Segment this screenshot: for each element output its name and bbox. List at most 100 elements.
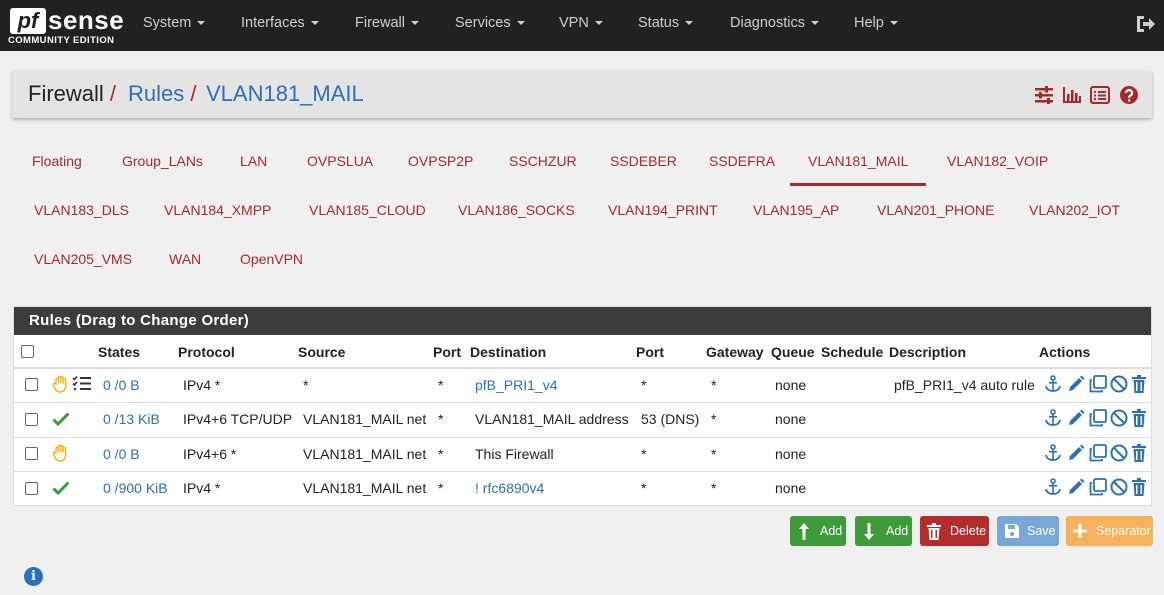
- tab-vlan205-vms[interactable]: VLAN205_VMS: [34, 251, 132, 267]
- tab-vlan185-cloud[interactable]: VLAN185_CLOUD: [309, 202, 426, 218]
- nav-menu-interfaces[interactable]: Interfaces: [241, 0, 319, 51]
- rule-source: VLAN181_MAIL net: [303, 480, 427, 496]
- save-button[interactable]: Save: [997, 516, 1059, 546]
- delete-trash-icon[interactable]: [1131, 478, 1147, 499]
- check-icon: [52, 481, 70, 496]
- tab-ovpsp2p[interactable]: OVPSP2P: [408, 153, 473, 169]
- tab-vlan183-dls[interactable]: VLAN183_DLS: [34, 202, 129, 218]
- edit-pencil-icon[interactable]: [1067, 409, 1085, 430]
- rule-dest-port: *: [641, 446, 647, 462]
- separator-button[interactable]: Separator: [1066, 516, 1153, 546]
- add-rule-bottom-button[interactable]: Add: [855, 516, 912, 546]
- col-port: Port: [433, 344, 461, 360]
- plus-icon: [1073, 524, 1087, 538]
- info-icon[interactable]: i: [24, 567, 43, 586]
- tab-group-lans[interactable]: Group_LANs: [122, 153, 203, 169]
- disable-ban-icon[interactable]: [1110, 375, 1128, 396]
- nav-menu-firewall[interactable]: Firewall: [355, 0, 419, 51]
- caret-down-icon: [685, 21, 694, 26]
- tab-wan[interactable]: WAN: [169, 251, 201, 267]
- rule-queue: none: [775, 480, 807, 496]
- nav-menu-system[interactable]: System: [143, 0, 206, 51]
- tab-vlan182-voip[interactable]: VLAN182_VOIP: [947, 153, 1048, 169]
- caret-down-icon: [197, 21, 206, 26]
- rule-protocol: IPv4+6 *: [183, 446, 237, 462]
- copy-icon[interactable]: [1089, 444, 1107, 465]
- anchor-icon[interactable]: [1044, 409, 1062, 430]
- rule-destination-link[interactable]: ! rfc6890v4: [475, 480, 544, 496]
- tab-vlan195-ap[interactable]: VLAN195_AP: [753, 202, 839, 218]
- nav-menu-help[interactable]: Help: [854, 0, 898, 51]
- tab-lan[interactable]: LAN: [240, 153, 267, 169]
- delete-trash-icon[interactable]: [1131, 444, 1147, 465]
- col-dest-port: Port: [636, 344, 664, 360]
- delete-trash-icon[interactable]: [1131, 375, 1147, 396]
- tab-sschzur[interactable]: SSCHZUR: [509, 153, 577, 169]
- edit-pencil-icon[interactable]: [1067, 375, 1085, 396]
- rule-port: *: [438, 377, 444, 393]
- tab-openvpn[interactable]: OpenVPN: [240, 251, 303, 267]
- col-source: Source: [298, 344, 346, 360]
- states-link[interactable]: 0 /13 KiB: [103, 411, 160, 427]
- disable-ban-icon[interactable]: [1110, 409, 1128, 430]
- col-states: States: [98, 344, 141, 360]
- tab-vlan201-phone[interactable]: VLAN201_PHONE: [877, 202, 995, 218]
- row-checkbox[interactable]: [25, 413, 38, 426]
- delete-button[interactable]: Delete: [920, 516, 989, 546]
- nav-menu-diagnostics[interactable]: Diagnostics: [730, 0, 819, 51]
- anchor-icon[interactable]: [1044, 478, 1062, 499]
- tab-ovpslua[interactable]: OVPSLUA: [307, 153, 373, 169]
- caret-down-icon: [810, 21, 819, 26]
- tab-floating[interactable]: Floating: [32, 153, 82, 169]
- anchor-icon[interactable]: [1044, 375, 1062, 396]
- help-icon[interactable]: [1119, 86, 1139, 104]
- states-link[interactable]: 0 /900 KiB: [103, 480, 168, 496]
- breadcrumb-rules-link[interactable]: Rules /: [128, 81, 197, 107]
- tab-vlan184-xmpp[interactable]: VLAN184_XMPP: [164, 202, 271, 218]
- rule-protocol: IPv4 *: [183, 480, 221, 496]
- rule-destination-link[interactable]: pfB_PRI1_v4: [475, 377, 558, 393]
- tab-ssdefra[interactable]: SSDEFRA: [709, 153, 775, 169]
- check-icon: [52, 412, 70, 427]
- nav-menu-vpn[interactable]: VPN: [559, 0, 603, 51]
- nav-menu-status[interactable]: Status: [638, 0, 694, 51]
- tab-vlan194-print[interactable]: VLAN194_PRINT: [608, 202, 718, 218]
- copy-icon[interactable]: [1089, 409, 1107, 430]
- row-checkbox[interactable]: [25, 378, 38, 391]
- rule-source: *: [303, 377, 309, 393]
- breadcrumb-interface[interactable]: VLAN181_MAIL: [206, 81, 364, 107]
- tab-vlan181-mail[interactable]: VLAN181_MAIL: [808, 153, 908, 169]
- sliders-icon[interactable]: [1034, 86, 1054, 104]
- copy-icon[interactable]: [1089, 375, 1107, 396]
- delete-trash-icon[interactable]: [1131, 409, 1147, 430]
- pfsense-logo[interactable]: pf sense COMMUNITY EDITION: [8, 5, 124, 47]
- tab-vlan202-iot[interactable]: VLAN202_IOT: [1029, 202, 1120, 218]
- edit-pencil-icon[interactable]: [1067, 478, 1085, 499]
- states-link[interactable]: 0 /0 B: [103, 377, 140, 393]
- tab-ssdeber[interactable]: SSDEBER: [610, 153, 677, 169]
- logo-edition-text: COMMUNITY EDITION: [8, 35, 115, 46]
- breadcrumb-firewall: Firewall /: [28, 81, 117, 106]
- row-checkbox[interactable]: [25, 447, 38, 460]
- logout-icon[interactable]: [1134, 14, 1156, 34]
- row-checkbox[interactable]: [25, 482, 38, 495]
- anchor-icon[interactable]: [1044, 444, 1062, 465]
- disable-ban-icon[interactable]: [1110, 444, 1128, 465]
- disable-ban-icon[interactable]: [1110, 478, 1128, 499]
- trash-icon: [927, 523, 941, 540]
- edit-pencil-icon[interactable]: [1067, 444, 1085, 465]
- rule-destination: This Firewall: [475, 446, 554, 462]
- add-rule-top-button[interactable]: Add: [790, 516, 846, 546]
- breadcrumb: Firewall / Rules / VLAN181_MAIL: [12, 70, 1152, 118]
- tab-vlan186-socks[interactable]: VLAN186_SOCKS: [458, 202, 575, 218]
- list-icon[interactable]: [1090, 86, 1110, 104]
- states-link[interactable]: 0 /0 B: [103, 446, 140, 462]
- select-all-checkbox[interactable]: [21, 345, 34, 358]
- bar-chart-icon[interactable]: [1062, 86, 1082, 104]
- nav-menu-services[interactable]: Services: [455, 0, 525, 51]
- nav-menu-label: Diagnostics: [730, 15, 805, 31]
- save-disk-icon: [1005, 524, 1019, 538]
- nav-menu-label: Services: [455, 15, 511, 31]
- top-navbar: pf sense COMMUNITY EDITION System Interf…: [0, 0, 1164, 51]
- copy-icon[interactable]: [1089, 478, 1107, 499]
